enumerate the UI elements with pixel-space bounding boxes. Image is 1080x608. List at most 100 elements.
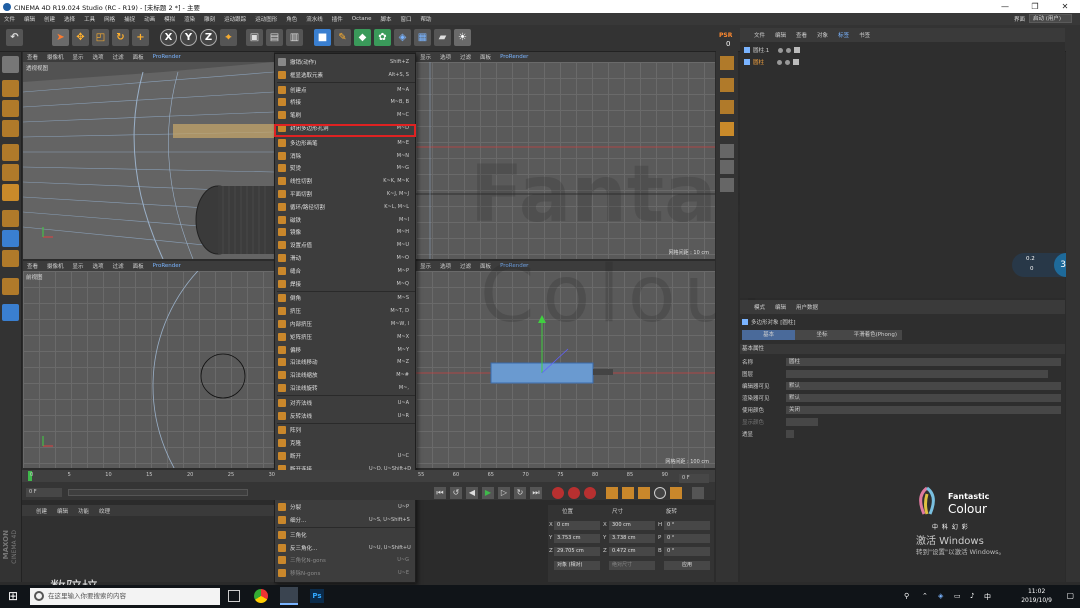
context-menu-item[interactable]: 平面切割 K~J, M~J (275, 188, 417, 200)
context-menu-item[interactable]: 沿法线旋转 M~, (275, 382, 417, 394)
vp4-menu-options[interactable]: 选项 (440, 262, 451, 270)
photoshop-icon[interactable]: Ps (310, 589, 324, 603)
polygons-mode-icon[interactable] (2, 184, 19, 201)
vp2-menu-filter[interactable]: 过滤 (460, 53, 471, 61)
attr-editor-visible-select[interactable]: 默认 (786, 382, 1061, 390)
context-menu-item[interactable]: 细分... U~S, U~Shift+S (275, 514, 417, 526)
tray-volume-icon[interactable]: ♪ (970, 592, 974, 600)
context-menu-item[interactable]: 消除 M~N (275, 150, 417, 162)
c4d-taskbar-icon[interactable] (280, 587, 298, 605)
select-cursor-icon[interactable]: ➤ (52, 29, 69, 46)
vp-menu-options[interactable]: 选项 (93, 53, 104, 61)
scene-icon[interactable]: ▦ (414, 29, 431, 46)
menu-mesh[interactable]: 网格 (104, 15, 115, 23)
go-to-start-icon[interactable]: ⏮ (434, 487, 446, 499)
maximize-button[interactable]: ❐ (1020, 0, 1050, 13)
context-menu-item[interactable]: 桥接 M~B, B (275, 96, 417, 108)
menu-create[interactable]: 创建 (44, 15, 55, 23)
am-menu-edit[interactable]: 编辑 (775, 303, 786, 311)
attr-xray-checkbox[interactable] (786, 430, 794, 438)
visibility-dot-icon[interactable] (778, 47, 784, 53)
menu-motion-tracker[interactable]: 运动跟踪 (224, 15, 246, 23)
move-icon[interactable]: ✥ (72, 29, 89, 46)
light-icon[interactable]: ☀ (454, 29, 471, 46)
vp2-menu-prorender[interactable]: ProRender (500, 54, 528, 60)
step-back-icon[interactable]: ◀ (466, 487, 478, 499)
size-mode-select[interactable]: 绝对尺寸 (609, 561, 655, 570)
pen-icon[interactable]: ✎ (334, 29, 351, 46)
menu-help[interactable]: 帮助 (421, 15, 432, 23)
object-tool-icon[interactable] (720, 56, 734, 70)
edges-mode-icon[interactable] (2, 164, 19, 181)
pos-y-field[interactable]: 3.753 cm (554, 534, 600, 543)
context-menu-item[interactable]: 反三角化... U~U, U~Shift+U (275, 542, 417, 554)
context-menu-item[interactable]: 撤销(动作) Shift+Z (275, 56, 417, 68)
context-menu-item[interactable]: 对齐法线 U~A (275, 397, 417, 409)
mat-menu-create[interactable]: 创建 (36, 507, 47, 515)
context-menu-item[interactable]: 设置点值 M~U (275, 239, 417, 251)
key-param-icon[interactable] (654, 487, 666, 499)
om-menu-view[interactable]: 查看 (796, 31, 807, 39)
task-view-icon[interactable] (228, 590, 240, 602)
points-mode-icon[interactable] (2, 144, 19, 161)
vp3-menu-panel[interactable]: 面板 (133, 262, 144, 270)
context-menu-item[interactable]: 内部挤压 M~W, I (275, 318, 417, 330)
context-menu-item[interactable]: 矩阵挤压 M~X (275, 331, 417, 343)
end-frame-field[interactable]: 0 F (679, 474, 709, 483)
attr-layer-field[interactable] (786, 370, 1048, 378)
mat-menu-edit[interactable]: 编辑 (57, 507, 68, 515)
phong-tag-icon[interactable] (794, 47, 801, 53)
menu-render[interactable]: 渲染 (184, 15, 195, 23)
menu-window[interactable]: 窗口 (401, 15, 412, 23)
context-menu-item[interactable]: 分裂 U~P (275, 501, 417, 513)
render-dot-icon[interactable] (786, 47, 792, 53)
size-y-field[interactable]: 3.738 cm (609, 534, 655, 543)
vp2-menu-display[interactable]: 显示 (420, 53, 431, 61)
cloner-icon[interactable]: ✿ (374, 29, 391, 46)
om-menu-edit[interactable]: 编辑 (775, 31, 786, 39)
vp4-menu-prorender[interactable]: ProRender (500, 263, 528, 269)
coord-mode-select[interactable]: 对象 (相对) (554, 561, 600, 570)
context-menu-item[interactable]: 沿法线移动 M~Z (275, 356, 417, 368)
context-menu-item[interactable]: 磁铁 M~I (275, 214, 417, 226)
om-menu-file[interactable]: 文件 (754, 31, 765, 39)
rot-b-field[interactable]: 0 ° (664, 547, 710, 556)
close-button[interactable]: ✕ (1050, 0, 1080, 13)
rotate-icon[interactable]: ↻ (112, 29, 129, 46)
menu-octane[interactable]: Octane (352, 16, 372, 22)
context-menu-item[interactable]: 多边形画笔 M~E (275, 137, 417, 149)
step-forward-icon[interactable]: ▷ (498, 487, 510, 499)
camera-icon[interactable]: ▰ (434, 29, 451, 46)
attr-render-visible-select[interactable]: 默认 (786, 394, 1061, 402)
attr-use-color-select[interactable]: 关闭 (786, 406, 1061, 414)
visibility-dot-icon[interactable] (777, 59, 783, 65)
vp3-menu-cameras[interactable]: 摄像机 (47, 262, 64, 270)
render-settings-icon[interactable]: ▥ (286, 29, 303, 46)
timeline[interactable]: 0 5 10 15 20 25 30 55 60 65 70 75 80 85 … (22, 470, 715, 500)
viewport-top-right[interactable]: 显示 选项 过滤 面板 ProRender 网格间距 : 10 cm (416, 52, 715, 259)
notification-icon[interactable]: ▢ (1066, 591, 1074, 600)
context-menu-item[interactable]: 沿法线缩放 M~# (275, 369, 417, 381)
grid-tool-icon[interactable] (720, 160, 734, 174)
object-name[interactable]: 圆柱.1 (753, 46, 769, 54)
vp-menu-cameras[interactable]: 摄像机 (47, 53, 64, 61)
vp-menu-display[interactable]: 显示 (73, 53, 84, 61)
phong-tag-icon[interactable] (793, 59, 800, 65)
context-menu-item[interactable]: 熨烫 M~G (275, 162, 417, 174)
key-rotation-icon[interactable] (638, 487, 650, 499)
z-axis-lock-icon[interactable]: Z (200, 29, 217, 46)
point-tool-icon[interactable] (720, 122, 734, 136)
vp3-menu-prorender[interactable]: ProRender (153, 263, 181, 269)
tray-people-icon[interactable]: ⚲ (904, 592, 909, 600)
vp4-menu-filter[interactable]: 过滤 (460, 262, 471, 270)
size-x-field[interactable]: 300 cm (609, 521, 655, 530)
go-to-end-icon[interactable]: ⏭ (530, 487, 542, 499)
undo-icon[interactable]: ↶ (6, 29, 23, 46)
rot-h-field[interactable]: 0 ° (664, 521, 710, 530)
vp-menu-panel[interactable]: 面板 (133, 53, 144, 61)
tray-network-icon[interactable]: ▭ (954, 592, 961, 600)
snap-icon[interactable] (2, 250, 19, 267)
am-menu-mode[interactable]: 模式 (754, 303, 765, 311)
context-menu-item[interactable]: 克隆 (275, 437, 417, 449)
polygon-tool-icon[interactable] (720, 78, 734, 92)
